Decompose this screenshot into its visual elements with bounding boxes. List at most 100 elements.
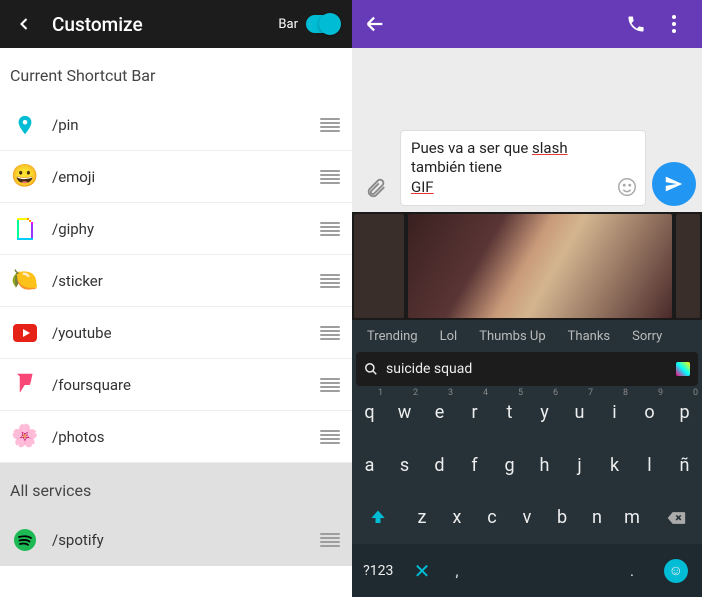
- key-g[interactable]: g: [492, 439, 527, 492]
- shortcut-label: /emoji: [52, 168, 320, 186]
- key-l[interactable]: l: [632, 439, 667, 492]
- key-p[interactable]: p: [667, 386, 702, 439]
- msg-text-1: Pues va a ser que: [411, 139, 532, 157]
- drag-handle-icon[interactable]: [320, 430, 340, 444]
- spotify-icon: [12, 527, 38, 553]
- key-a[interactable]: a: [352, 439, 387, 492]
- key-h[interactable]: h: [527, 439, 562, 492]
- gif-results-row: [352, 212, 702, 320]
- key-c[interactable]: c: [475, 492, 510, 545]
- current-shortcut-heading: Current Shortcut Bar: [0, 48, 352, 99]
- key-s[interactable]: s: [387, 439, 422, 492]
- gif-category[interactable]: Thanks: [557, 329, 621, 344]
- key-f[interactable]: f: [457, 439, 492, 492]
- gif-search-row[interactable]: suicide squad: [356, 352, 698, 386]
- drag-handle-icon[interactable]: [320, 533, 340, 547]
- key-z[interactable]: z: [405, 492, 440, 545]
- key-y[interactable]: y: [527, 386, 562, 439]
- key-w[interactable]: w: [387, 386, 422, 439]
- msg-text-2: también tiene: [411, 158, 502, 176]
- attach-icon[interactable]: [358, 170, 394, 206]
- shortcut-label: /youtube: [52, 324, 320, 342]
- more-icon[interactable]: [658, 8, 690, 40]
- keyboard-row-3: zxcvbnm: [352, 492, 702, 545]
- backspace-key[interactable]: [650, 492, 702, 545]
- emoji-key[interactable]: ☺: [650, 544, 702, 597]
- pin-icon: [12, 112, 38, 138]
- gif-search-input[interactable]: suicide squad: [386, 361, 472, 377]
- shortcut-row[interactable]: /foursquare: [0, 359, 352, 411]
- key-i[interactable]: i: [597, 386, 632, 439]
- gif-category[interactable]: Sorry: [621, 329, 673, 344]
- drag-handle-icon[interactable]: [320, 170, 340, 184]
- comma-key[interactable]: ,: [440, 544, 475, 597]
- period-key[interactable]: .: [615, 544, 650, 597]
- key-q[interactable]: q: [352, 386, 387, 439]
- chat-back-icon[interactable]: [364, 12, 614, 36]
- drag-handle-icon[interactable]: [320, 222, 340, 236]
- chat-header: [352, 0, 702, 48]
- symbols-key[interactable]: ?123: [352, 544, 405, 597]
- key-r[interactable]: r: [457, 386, 492, 439]
- gif-thumb[interactable]: [354, 214, 404, 318]
- drag-handle-icon[interactable]: [320, 326, 340, 340]
- shortcut-label: /foursquare: [52, 376, 320, 394]
- gif-category[interactable]: Trending: [356, 329, 429, 344]
- key-d[interactable]: d: [422, 439, 457, 492]
- drag-handle-icon[interactable]: [320, 118, 340, 132]
- gif-thumb[interactable]: [408, 214, 672, 318]
- back-icon[interactable]: [12, 12, 36, 36]
- key-n[interactable]: n: [580, 492, 615, 545]
- youtube-icon: [12, 320, 38, 346]
- drag-handle-icon[interactable]: [320, 274, 340, 288]
- key-o[interactable]: o: [632, 386, 667, 439]
- gif-category[interactable]: Lol: [429, 329, 469, 344]
- drag-handle-icon[interactable]: [320, 378, 340, 392]
- shortcut-label: /giphy: [52, 220, 320, 238]
- key-t[interactable]: t: [492, 386, 527, 439]
- space-key[interactable]: [475, 544, 615, 597]
- key-x[interactable]: x: [440, 492, 475, 545]
- send-button[interactable]: [652, 162, 696, 206]
- gif-category[interactable]: Thumbs Up: [468, 329, 556, 344]
- key-b[interactable]: b: [545, 492, 580, 545]
- shortcut-row[interactable]: /pin: [0, 99, 352, 151]
- shortcut-row[interactable]: 🌸 /photos: [0, 411, 352, 463]
- emoji-icon: 😀: [12, 164, 38, 190]
- key-ñ[interactable]: ñ: [667, 439, 702, 492]
- shift-key[interactable]: [352, 492, 405, 545]
- foursquare-icon: [12, 372, 38, 398]
- shortcut-label: /photos: [52, 428, 320, 446]
- customize-header: Customize Bar: [0, 0, 352, 48]
- shortcut-row[interactable]: 😀 /emoji: [0, 151, 352, 203]
- key-j[interactable]: j: [562, 439, 597, 492]
- keyboard-row-4: ?123 ✕ , . ☺: [352, 544, 702, 597]
- photos-icon: 🌸: [12, 424, 38, 450]
- msg-text-gif: GIF: [411, 178, 434, 196]
- shortcut-row[interactable]: /giphy: [0, 203, 352, 255]
- shortcut-row[interactable]: 🍋/sticker: [0, 255, 352, 307]
- chat-area: Pues va a ser que slash también tiene GI…: [352, 48, 702, 212]
- all-services-heading: All services: [0, 463, 352, 514]
- emoji-icon[interactable]: [615, 175, 639, 199]
- shortcut-list: /pin 😀 /emoji/giphy 🍋/sticker/youtube/fours…: [0, 99, 352, 463]
- message-input[interactable]: Pues va a ser que slash también tiene GI…: [400, 130, 646, 207]
- call-icon[interactable]: [620, 8, 652, 40]
- close-keyboard-key[interactable]: ✕: [405, 544, 440, 597]
- search-icon: [364, 362, 378, 376]
- customize-title: Customize: [52, 13, 278, 36]
- key-m[interactable]: m: [615, 492, 650, 545]
- all-services-list: /spotify: [0, 514, 352, 566]
- shortcut-row[interactable]: /spotify: [0, 514, 352, 566]
- key-v[interactable]: v: [510, 492, 545, 545]
- shortcut-label: /sticker: [52, 272, 320, 290]
- keyboard-row-2: asdfghjklñ: [352, 439, 702, 492]
- key-u[interactable]: u: [562, 386, 597, 439]
- key-e[interactable]: e: [422, 386, 457, 439]
- shortcut-row[interactable]: /youtube: [0, 307, 352, 359]
- giphy-icon: [12, 216, 38, 242]
- key-k[interactable]: k: [597, 439, 632, 492]
- bar-toggle[interactable]: [306, 15, 340, 33]
- giphy-icon[interactable]: [676, 362, 690, 376]
- gif-thumb[interactable]: [676, 214, 700, 318]
